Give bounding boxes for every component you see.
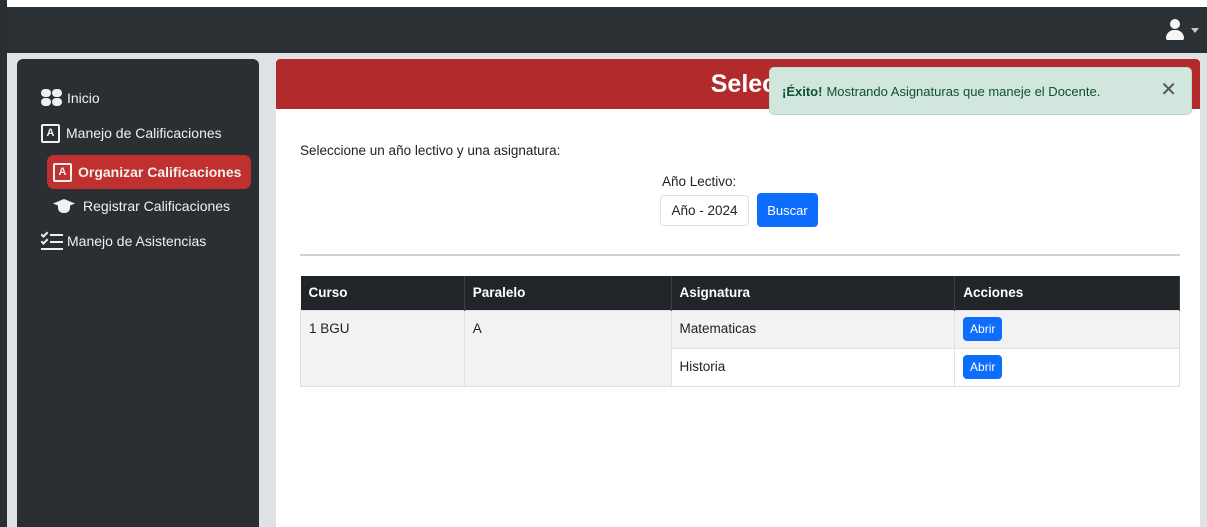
- sidebar-item-organizar-calificaciones[interactable]: A Organizar Calificaciones: [47, 155, 251, 189]
- open-button[interactable]: Abrir: [963, 316, 1003, 341]
- sidebar-item-label: Organizar Calificaciones: [78, 164, 242, 180]
- cell-paralelo: A: [463, 309, 672, 387]
- toast-title: ¡Éxito!: [782, 83, 823, 99]
- sidebar-item-inicio[interactable]: Inicio: [17, 85, 259, 111]
- sidebar-item-label: Manejo de Calificaciones: [66, 125, 222, 141]
- sidebar-item-label: Inicio: [67, 90, 100, 106]
- book-icon: A: [41, 123, 60, 143]
- graduation-cap-icon: [53, 198, 75, 214]
- cell-acciones: Abrir: [954, 309, 1180, 349]
- sidebar-item-label: Registrar Calificaciones: [83, 198, 231, 214]
- column-header-acciones: Acciones: [954, 276, 1180, 310]
- open-button[interactable]: Abrir: [963, 354, 1003, 379]
- sidebar-item-label: Manejo de Asistencias: [67, 233, 207, 249]
- book-icon: A: [53, 162, 72, 182]
- sidebar-item-registrar-calificaciones[interactable]: Registrar Calificaciones: [17, 193, 259, 219]
- window-left-border: [0, 0, 7, 527]
- sidebar-item-manejo-calificaciones[interactable]: A Manejo de Calificaciones: [17, 120, 259, 146]
- divider: [300, 254, 1180, 256]
- checklist-icon: [40, 230, 63, 250]
- column-header-asignatura: Asignatura: [671, 276, 956, 310]
- year-filter: Año Lectivo: Año - 2024 Buscar: [660, 174, 818, 227]
- user-menu-dropdown[interactable]: [1166, 19, 1199, 41]
- sidebar: Inicio A Manejo de Calificaciones A Orga…: [17, 59, 259, 527]
- home-grid-icon: [41, 89, 63, 107]
- cell-curso: 1 BGU: [300, 309, 465, 387]
- search-button[interactable]: Buscar: [757, 193, 818, 227]
- subjects-table: Curso Paralelo Asignatura Acciones 1 BGU…: [300, 276, 1180, 387]
- top-navbar: [7, 7, 1207, 53]
- instructions-text: Seleccione un año lectivo y una asignatu…: [300, 143, 561, 158]
- close-icon[interactable]: ✕: [1160, 80, 1177, 100]
- table-row: 1 BGU A Matematicas Abrir: [300, 309, 1180, 387]
- cell-acciones: Abrir: [954, 347, 1180, 387]
- chevron-down-icon[interactable]: [1191, 27, 1199, 33]
- main-content: Seleccionar Una Seleccione un año lectiv…: [276, 59, 1200, 527]
- success-toast: ¡Éxito! Mostrando Asignaturas que maneje…: [769, 67, 1192, 115]
- cell-asignatura: Matematicas: [670, 309, 956, 349]
- cell-asignatura: Historia: [670, 347, 956, 387]
- column-header-curso: Curso: [300, 276, 465, 310]
- sidebar-item-manejo-asistencias[interactable]: Manejo de Asistencias: [17, 228, 259, 254]
- window-top-border: [0, 0, 1207, 7]
- year-select[interactable]: Año - 2024: [660, 194, 749, 226]
- user-icon[interactable]: [1166, 19, 1184, 41]
- table-header-row: Curso Paralelo Asignatura Acciones: [300, 276, 1180, 310]
- year-label: Año Lectivo:: [662, 174, 737, 189]
- column-header-paralelo: Paralelo: [464, 276, 672, 310]
- toast-message: Mostrando Asignaturas que maneje el Doce…: [826, 83, 1101, 99]
